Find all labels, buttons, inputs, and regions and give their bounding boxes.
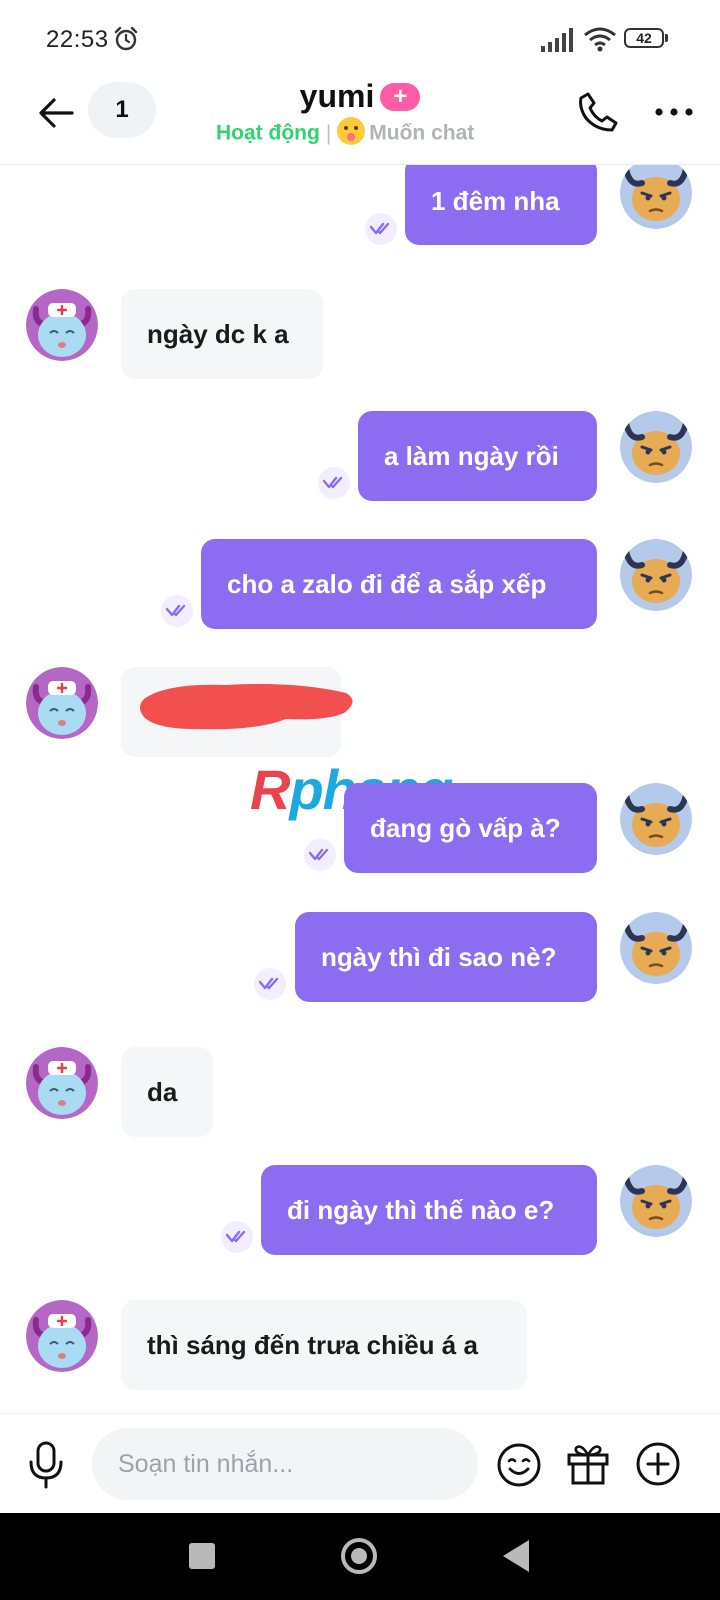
signal-icon [541,28,573,52]
read-receipt-icon [304,839,336,871]
wifi-icon [584,27,616,52]
read-receipt-icon [221,1221,253,1253]
message-row [0,667,720,763]
contact-avatar-icon[interactable] [26,289,98,361]
message-row: a làm ngày rồi [0,411,720,507]
read-receipt-icon [254,968,286,1000]
plus-badge: + [380,82,421,111]
contact-subtitle: Hoạt động | Muốn chat [216,117,516,148]
subtitle-separator: | [325,121,332,145]
message-row: 1 đêm nha [0,165,720,253]
user-avatar-bull-icon[interactable] [620,165,692,229]
status-time: 22:53 [46,26,109,53]
outgoing-message[interactable]: đang gò vấp à? [344,783,597,873]
read-receipt-icon [318,467,350,499]
gift-icon[interactable] [565,1440,611,1486]
online-status: Hoạt động [216,121,320,145]
contact-title[interactable]: yumi + [200,78,520,115]
user-avatar-bull-icon[interactable] [620,539,692,611]
user-avatar-bull-icon[interactable] [620,1165,692,1237]
read-receipt-icon [365,213,397,245]
chat-header: 1 yumi + Hoạt động | Muốn chat [0,78,720,165]
home-icon[interactable] [341,1538,377,1574]
message-row: đang gò vấp à? [0,783,720,879]
message-row: ngày thì đi sao nè? [0,912,720,1008]
incoming-message[interactable]: thì sáng đến trưa chiều á a [121,1300,527,1390]
message-row: cho a zalo đi để a sắp xếp [0,539,720,635]
system-nav-bar [0,1513,720,1600]
battery-level: 42 [636,30,652,46]
user-avatar-bull-icon[interactable] [620,783,692,855]
contact-name: yumi [299,78,375,114]
add-icon[interactable] [635,1441,681,1487]
read-receipt-icon [161,595,193,627]
outgoing-message[interactable]: a làm ngày rồi [358,411,597,501]
contact-avatar-icon[interactable] [26,1300,98,1372]
more-options-icon[interactable] [654,106,694,118]
message-row: da [0,1047,720,1143]
mood-text: Muốn chat [369,121,475,145]
back-icon[interactable] [503,1540,529,1572]
recent-apps-icon[interactable] [189,1543,215,1569]
battery-icon: 42 [624,28,670,50]
composer-bar [0,1413,720,1514]
outgoing-message[interactable]: ngày thì đi sao nè? [295,912,597,1002]
user-avatar-bull-icon[interactable] [620,411,692,483]
alarm-icon [114,26,138,51]
message-row: đi ngày thì thế nào e? [0,1165,720,1261]
contact-avatar-icon[interactable] [26,1047,98,1119]
incoming-message[interactable]: da [121,1047,213,1137]
mood-emoji-icon [337,117,366,145]
phone-call-icon[interactable] [576,90,620,134]
status-bar: 22:53 42 [0,0,720,78]
emoji-icon[interactable] [496,1442,542,1488]
outgoing-message[interactable]: 1 đêm nha [405,165,597,245]
contact-avatar-icon[interactable] [26,667,98,739]
redaction-scribble [140,684,353,730]
mic-icon[interactable] [26,1440,66,1490]
outgoing-message[interactable]: cho a zalo đi để a sắp xếp [201,539,597,629]
user-avatar-bull-icon[interactable] [620,912,692,984]
back-arrow-icon[interactable] [36,92,78,134]
outgoing-message[interactable]: đi ngày thì thế nào e? [261,1165,597,1255]
message-input[interactable] [92,1428,478,1500]
message-row: ngày dc k a [0,289,720,385]
message-row: thì sáng đến trưa chiều á a [0,1300,720,1396]
unread-count-badge[interactable]: 1 [88,82,156,138]
message-list[interactable]: 1 đêm nha ngày dc k a a làm ngày rồi cho… [0,165,720,1413]
incoming-message[interactable]: ngày dc k a [121,289,323,379]
